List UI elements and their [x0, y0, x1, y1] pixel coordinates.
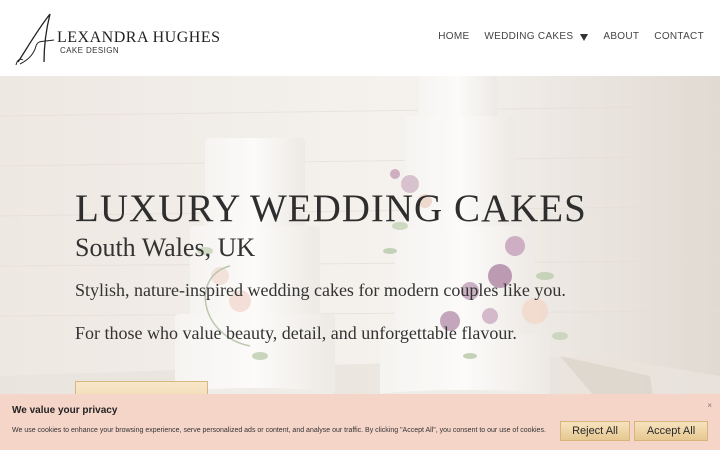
hero-title: LUXURY WEDDING CAKES — [75, 187, 587, 230]
main-nav: HOME WEDDING CAKES ABOUT CONTACT — [423, 31, 704, 42]
hero-tagline-secondary: For those who value beauty, detail, and … — [75, 323, 517, 343]
cookie-description: We use cookies to enhance your browsing … — [12, 427, 546, 434]
nav-item-wedding-cakes[interactable]: WEDDING CAKES — [484, 31, 589, 42]
nav-item-home[interactable]: HOME — [438, 31, 469, 42]
accept-all-button[interactable]: Accept All — [634, 421, 708, 441]
hero-text-block: LUXURY WEDDING CAKES South Wales, UK Sty… — [75, 186, 675, 344]
nav-item-label: HOME — [438, 31, 470, 42]
logo-subtitle: CAKE DESIGN — [60, 46, 120, 55]
hero-tagline: Stylish, nature-inspired wedding cakes f… — [75, 280, 566, 300]
nav-item-contact[interactable]: CONTACT — [654, 31, 704, 42]
hero-subtitle: South Wales, UK — [75, 233, 256, 262]
chevron-down-icon[interactable] — [580, 34, 589, 41]
reject-all-button[interactable]: Reject All — [560, 421, 630, 441]
cookie-consent-banner: We value your privacy We use cookies to … — [0, 394, 720, 450]
nav-item-label: ABOUT — [603, 31, 640, 42]
logo-name: LEXANDRA HUGHES — [57, 29, 221, 46]
site-header: LEXANDRA HUGHES CAKE DESIGN HOME WEDDING… — [0, 0, 720, 76]
nav-item-label: WEDDING CAKES — [484, 31, 574, 42]
site-logo[interactable]: LEXANDRA HUGHES CAKE DESIGN — [14, 10, 220, 66]
cookie-title: We value your privacy — [12, 405, 118, 416]
nav-item-about[interactable]: ABOUT — [603, 31, 639, 42]
close-icon[interactable]: × — [707, 401, 712, 410]
nav-item-label: CONTACT — [654, 31, 704, 42]
